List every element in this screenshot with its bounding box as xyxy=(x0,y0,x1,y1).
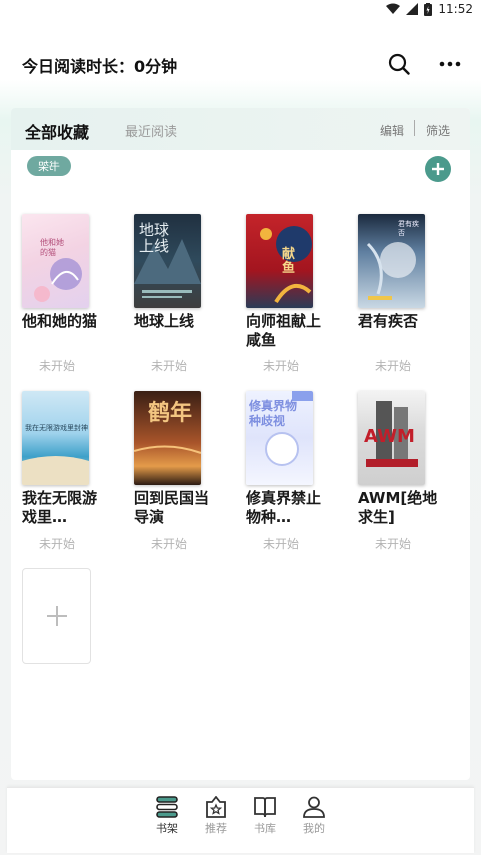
bottom-nav: 书架 推荐 书库 我的 xyxy=(7,787,474,853)
book-cover[interactable]: 修真界物种歧视 xyxy=(246,391,313,485)
book-title: 他和她的猫 xyxy=(22,312,98,330)
book-item[interactable]: 君有疾否 君有疾否 xyxy=(358,214,448,331)
book-item[interactable]: 他和她的猫 他和她的猫 xyxy=(22,214,112,331)
bookshelf-icon xyxy=(156,796,178,818)
book-cover[interactable]: AWM xyxy=(358,391,425,485)
book-title: 修真界禁止物种… xyxy=(246,489,322,526)
cover-title: 献鱼 xyxy=(282,247,296,276)
plus-icon xyxy=(46,606,67,626)
book-status: 未开始 xyxy=(263,537,300,551)
book-status: 未开始 xyxy=(39,359,76,373)
tab-divider xyxy=(414,120,415,136)
book-status: 未开始 xyxy=(375,537,412,551)
book-title: 回到民国当导演 xyxy=(134,489,210,526)
book-item[interactable]: 修真界物种歧视 修真界禁止物种… xyxy=(246,391,336,527)
nav-label: 推荐 xyxy=(205,822,227,835)
plus-icon xyxy=(432,163,444,175)
book-item[interactable]: AWM AWM[绝地求生] xyxy=(358,391,448,527)
cover-title: 地球上线 xyxy=(139,221,170,255)
status-icons: 11:52 xyxy=(386,2,473,16)
book-title: 地球上线 xyxy=(134,312,195,330)
nav-item-profile[interactable]: 我的 xyxy=(292,796,336,836)
reading-time-label: 今日阅读时长：0分钟 xyxy=(22,57,178,76)
cover-title: 他和她的猫 xyxy=(40,238,64,257)
book-cover[interactable]: 献鱼 xyxy=(246,214,313,308)
recommend-icon xyxy=(206,796,226,818)
book-cover[interactable]: 君有疾否 xyxy=(358,214,425,308)
cover-art xyxy=(34,258,82,302)
status-time: 11:52 xyxy=(438,2,473,16)
book-cover[interactable]: 我在无限游戏里封神 xyxy=(22,391,89,485)
book-item[interactable]: 我在无限游戏里封神 我在无限游戏里… xyxy=(22,391,112,527)
cover-title: 君有疾否 xyxy=(398,220,419,237)
battery-icon xyxy=(424,2,433,16)
book-status: 未开始 xyxy=(151,359,188,373)
book-title: 我在无限游戏里… xyxy=(22,489,98,526)
wifi-icon xyxy=(386,3,401,14)
tab-recent-reading[interactable]: 最近阅读 xyxy=(125,121,177,140)
book-cover[interactable]: 鹤年 xyxy=(134,391,201,485)
more-icon xyxy=(439,61,461,67)
book-status: 未开始 xyxy=(151,537,188,551)
tab-bar: 全部收藏 最近阅读 编辑 筛选 xyxy=(11,108,470,150)
book-status: 未开始 xyxy=(39,537,76,551)
book-item[interactable]: 献鱼 向师祖献上咸鱼 xyxy=(246,214,336,350)
shelf-tag-chip[interactable]: 书架 xyxy=(27,156,71,176)
status-bar: 11:52 xyxy=(0,0,481,20)
search-button[interactable] xyxy=(385,50,413,78)
cover-art xyxy=(22,456,89,485)
nav-item-recommend[interactable]: 推荐 xyxy=(194,796,238,836)
cover-title: 我在无限游戏里封神 xyxy=(25,424,88,432)
book-cover[interactable]: 地球上线 xyxy=(134,214,201,308)
book-status: 未开始 xyxy=(263,359,300,373)
book-status: 未开始 xyxy=(375,359,412,373)
book-title: AWM[绝地求生] xyxy=(358,489,438,526)
nav-item-library[interactable]: 书库 xyxy=(243,796,287,836)
filter-button[interactable]: 筛选 xyxy=(426,122,450,139)
profile-icon xyxy=(303,796,325,818)
book-item[interactable]: 地球上线 地球上线 xyxy=(134,214,224,331)
cover-title: AWM xyxy=(364,426,415,447)
add-book-button[interactable] xyxy=(22,568,91,664)
add-category-button[interactable] xyxy=(425,156,451,182)
tab-all-favorites[interactable]: 全部收藏 xyxy=(25,119,89,143)
cover-title: 修真界物种歧视 xyxy=(249,399,298,428)
cover-title: 鹤年 xyxy=(148,401,193,426)
nav-label: 书库 xyxy=(254,822,276,835)
edit-button[interactable]: 编辑 xyxy=(380,122,404,139)
signal-icon xyxy=(406,3,419,15)
book-title: 君有疾否 xyxy=(358,312,419,330)
nav-label: 我的 xyxy=(303,822,325,835)
library-book-icon xyxy=(254,797,276,818)
nav-item-bookshelf[interactable]: 书架 xyxy=(145,796,189,836)
book-item[interactable]: 鹤年 回到民国当导演 xyxy=(134,391,224,527)
shelf-tag-label: 书架 xyxy=(38,160,60,173)
book-title: 向师祖献上咸鱼 xyxy=(246,312,322,349)
header: 今日阅读时长：0分钟 xyxy=(0,40,481,88)
nav-label: 书架 xyxy=(156,822,178,835)
more-button[interactable] xyxy=(436,50,464,78)
search-icon xyxy=(388,53,410,75)
book-cover[interactable]: 他和她的猫 xyxy=(22,214,89,308)
